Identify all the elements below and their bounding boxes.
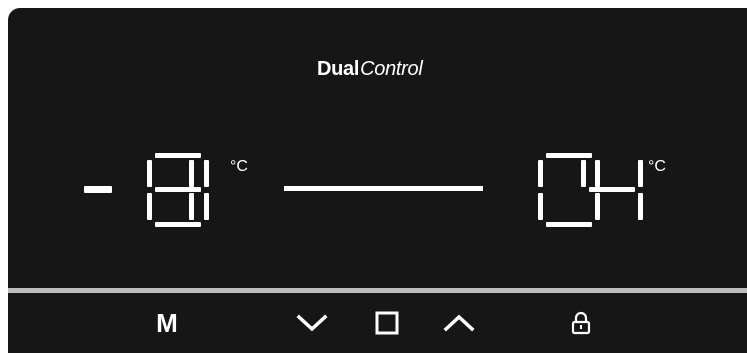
freezer-digit-2-segment-b (204, 160, 209, 187)
decrease-button[interactable] (292, 293, 332, 353)
temperature-display: °C °C (8, 8, 747, 288)
fridge-digit-2-segment-g (589, 187, 635, 192)
freezer-minus-sign (84, 186, 112, 193)
increase-button[interactable] (439, 293, 479, 353)
fridge-digit-1-segment-f (538, 160, 543, 187)
freezer-digit-2-segment-f (147, 160, 152, 187)
zone-divider (284, 186, 483, 191)
fridge-unit: °C (648, 158, 666, 175)
control-bar: M (8, 293, 747, 353)
freezer-digit-2-segment-g (155, 187, 201, 192)
freezer-unit: °C (230, 158, 248, 175)
select-button[interactable] (369, 293, 405, 353)
freezer-digit-2 (145, 153, 211, 227)
fridge-digit-2 (579, 153, 645, 227)
fridge-digit-2-segment-f (581, 160, 586, 187)
fridge-digit-1-segment-e (538, 193, 543, 220)
square-icon (375, 311, 399, 335)
freezer-digit-2-segment-c (204, 193, 209, 220)
control-panel: DualControl °C °C M (8, 8, 747, 353)
freezer-digit-2-segment-a (155, 153, 201, 158)
fridge-digit-2-segment-b (638, 160, 643, 187)
chevron-up-icon (443, 314, 475, 332)
freezer-digit-2-segment-e (147, 193, 152, 220)
lock-icon (571, 311, 591, 335)
lock-button[interactable] (566, 293, 596, 353)
fridge-digit-2-segment-c (638, 193, 643, 220)
chevron-down-icon (296, 314, 328, 332)
mode-button[interactable]: M (147, 293, 187, 353)
freezer-digit-2-segment-d (155, 222, 201, 227)
